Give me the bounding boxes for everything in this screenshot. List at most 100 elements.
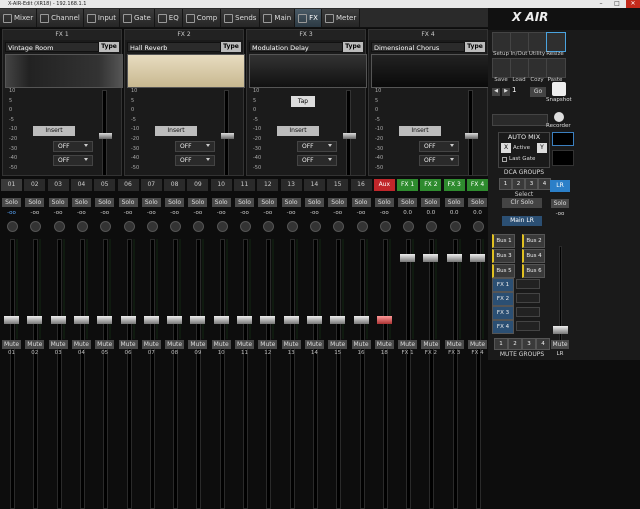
mute-group-4[interactable]: 4 bbox=[536, 338, 550, 350]
fx-name-field[interactable]: Dimensional Chorus bbox=[371, 42, 465, 52]
fx-send-4[interactable]: FX 4 bbox=[492, 320, 514, 334]
mute-button[interactable]: Mute bbox=[444, 340, 464, 349]
solo-button[interactable]: Solo bbox=[165, 198, 185, 207]
tab-channel[interactable]: Channel bbox=[37, 9, 84, 27]
channel-number[interactable]: 11 bbox=[234, 179, 255, 191]
fader-track[interactable] bbox=[406, 239, 412, 509]
mute-button[interactable]: Mute bbox=[374, 340, 394, 349]
pan-knob[interactable] bbox=[356, 221, 368, 232]
solo-button[interactable]: Solo bbox=[351, 198, 371, 207]
go-button[interactable]: Go bbox=[530, 87, 546, 97]
fx-type-button[interactable]: Type bbox=[99, 42, 119, 52]
fx-fader-cap[interactable] bbox=[99, 133, 112, 139]
channel-number[interactable]: 10 bbox=[210, 179, 232, 191]
solo-button[interactable]: Solo bbox=[211, 198, 231, 207]
resize-icon[interactable] bbox=[546, 32, 566, 52]
fx-preview-image[interactable] bbox=[249, 54, 367, 88]
copy-icon[interactable] bbox=[528, 58, 548, 78]
dca-button-1[interactable]: 1 bbox=[499, 178, 512, 190]
solo-button[interactable]: Solo bbox=[444, 198, 464, 207]
channel-number[interactable]: FX 1 bbox=[397, 179, 419, 191]
solo-button[interactable]: Solo bbox=[328, 198, 348, 207]
fx-source-select[interactable]: OFF bbox=[297, 141, 337, 152]
fx-source-select[interactable]: OFF bbox=[175, 141, 215, 152]
bus-send-bus-5[interactable]: Bus 5 bbox=[492, 264, 515, 278]
pan-knob[interactable] bbox=[333, 221, 345, 232]
fader-track[interactable] bbox=[359, 239, 365, 509]
channel-number[interactable]: FX 2 bbox=[420, 179, 442, 191]
tap-button[interactable]: Tap bbox=[291, 96, 315, 107]
tab-mixer[interactable]: Mixer bbox=[0, 9, 38, 27]
channel-number[interactable]: 04 bbox=[70, 179, 92, 191]
mute-group-1[interactable]: 1 bbox=[494, 338, 508, 350]
mute-button[interactable]: Mute bbox=[141, 340, 161, 349]
pan-knob[interactable] bbox=[100, 221, 112, 232]
bus-send-bus-2[interactable]: Bus 2 bbox=[522, 234, 545, 248]
mute-button[interactable]: Mute bbox=[398, 340, 418, 349]
clear-solo-button[interactable]: Clr Solo bbox=[502, 198, 542, 208]
fx-name-field[interactable]: Hall Reverb bbox=[127, 42, 221, 52]
fx-type-button[interactable]: Type bbox=[465, 42, 485, 52]
fx-source-select[interactable]: OFF bbox=[53, 141, 93, 152]
mute-button[interactable]: Mute bbox=[304, 340, 324, 349]
pan-knob[interactable] bbox=[53, 221, 65, 232]
fader-track[interactable] bbox=[476, 239, 481, 509]
pan-knob[interactable] bbox=[240, 221, 251, 232]
pan-knob[interactable] bbox=[170, 221, 182, 232]
mute-group-2[interactable]: 2 bbox=[508, 338, 522, 350]
fx-return-select[interactable]: OFF bbox=[53, 155, 93, 166]
channel-number[interactable]: 14 bbox=[303, 179, 325, 191]
in-out-icon[interactable] bbox=[510, 32, 530, 52]
pan-knob[interactable] bbox=[76, 221, 88, 232]
fader-cap[interactable] bbox=[400, 254, 416, 262]
solo-button[interactable]: Solo bbox=[235, 198, 254, 207]
solo-button[interactable]: Solo bbox=[188, 198, 208, 207]
fader-track[interactable] bbox=[103, 239, 109, 509]
close-icon[interactable]: ✕ bbox=[626, 0, 640, 8]
last-gate-checkbox[interactable] bbox=[502, 157, 507, 162]
solo-button[interactable]: Solo bbox=[2, 198, 21, 207]
paste-icon[interactable] bbox=[546, 58, 566, 78]
solo-button[interactable]: Solo bbox=[374, 198, 394, 207]
mute-button[interactable]: Mute bbox=[328, 340, 348, 349]
fader-cap[interactable] bbox=[306, 316, 322, 324]
utility-icon[interactable] bbox=[528, 32, 548, 52]
fader-cap[interactable] bbox=[260, 316, 276, 324]
bus-send-bus-6[interactable]: Bus 6 bbox=[522, 264, 545, 278]
pan-knob[interactable] bbox=[146, 221, 158, 232]
fx-return-select[interactable]: OFF bbox=[297, 155, 337, 166]
mute-button[interactable]: Mute bbox=[235, 340, 254, 349]
mute-button[interactable]: Mute bbox=[351, 340, 371, 349]
fx-name-field[interactable]: Vintage Room bbox=[5, 42, 99, 52]
mute-button[interactable]: Mute bbox=[211, 340, 231, 349]
fader-cap[interactable] bbox=[376, 316, 392, 324]
solo-button[interactable]: Solo bbox=[25, 198, 45, 207]
insert-button[interactable]: Insert bbox=[277, 126, 319, 136]
bus-send-bus-4[interactable]: Bus 4 bbox=[522, 249, 545, 263]
mute-button[interactable]: Mute bbox=[281, 340, 301, 349]
fx-send-1[interactable]: FX 1 bbox=[492, 278, 514, 292]
channel-number[interactable]: 09 bbox=[187, 179, 209, 191]
mute-group-3[interactable]: 3 bbox=[522, 338, 536, 350]
maximize-icon[interactable]: □ bbox=[610, 0, 624, 8]
channel-number[interactable]: 15 bbox=[327, 179, 349, 191]
fader-cap[interactable] bbox=[50, 316, 66, 324]
record-icon[interactable] bbox=[554, 112, 564, 122]
solo-button[interactable]: Solo bbox=[421, 198, 441, 207]
fader-track[interactable] bbox=[312, 239, 318, 509]
pan-knob[interactable] bbox=[216, 221, 228, 232]
fader-track[interactable] bbox=[196, 239, 202, 509]
tab-main[interactable]: Main bbox=[260, 9, 296, 27]
tab-eq[interactable]: EQ bbox=[154, 9, 183, 27]
fader-cap[interactable] bbox=[213, 316, 229, 324]
prev-snapshot-icon[interactable]: ◀ bbox=[492, 88, 500, 96]
setup-icon[interactable] bbox=[492, 32, 512, 52]
fader-cap[interactable] bbox=[27, 316, 43, 324]
channel-number[interactable]: 01 bbox=[1, 179, 22, 191]
snapshot-icon[interactable] bbox=[552, 82, 566, 96]
channel-number[interactable]: 07 bbox=[140, 179, 162, 191]
fader-track[interactable] bbox=[56, 239, 62, 509]
bus-send-bus-1[interactable]: Bus 1 bbox=[492, 234, 515, 248]
pan-knob[interactable] bbox=[286, 221, 298, 232]
fader-cap[interactable] bbox=[73, 316, 89, 324]
